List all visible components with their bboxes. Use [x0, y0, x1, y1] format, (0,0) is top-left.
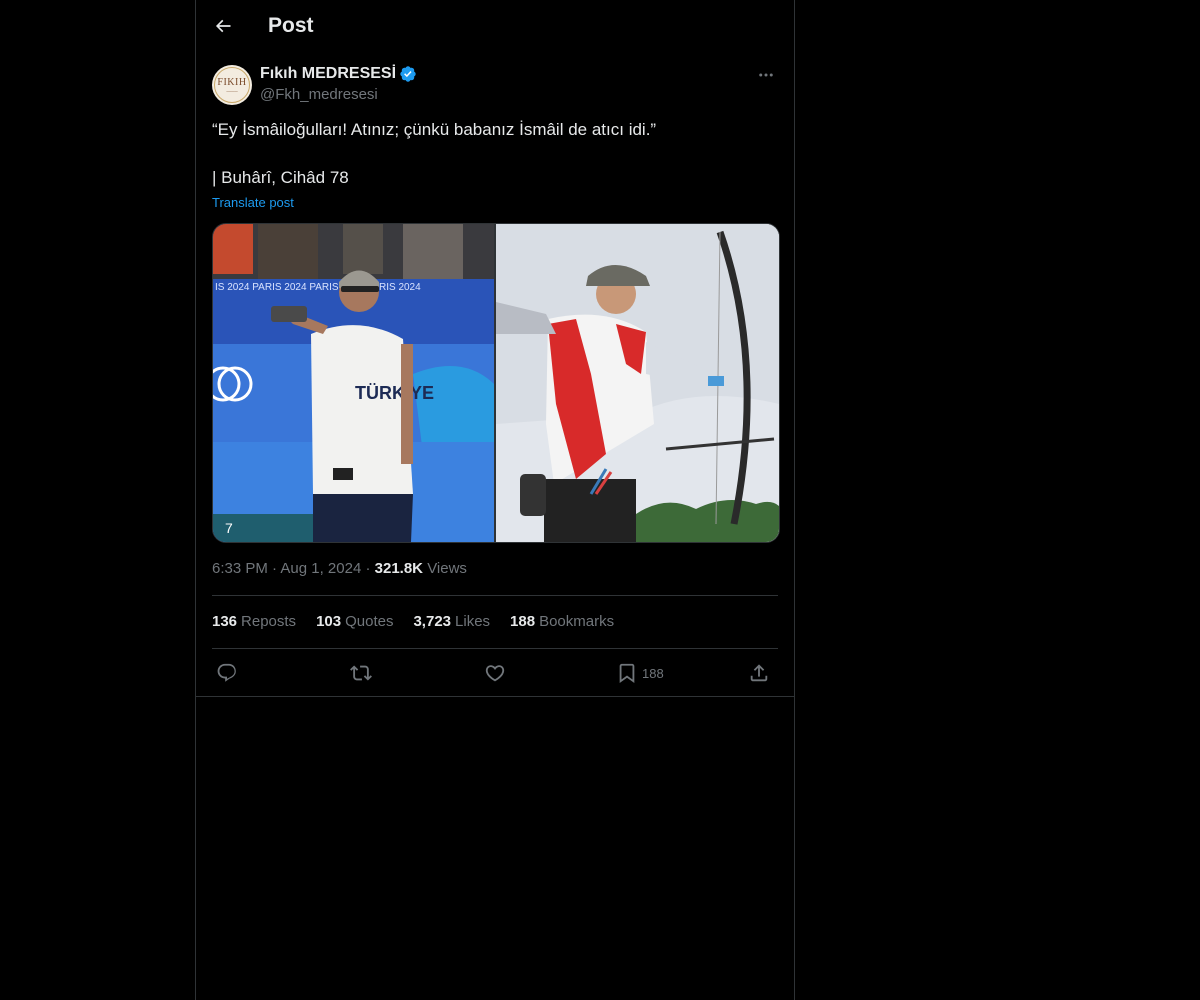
svg-text:TÜRKIYE: TÜRKIYE [355, 383, 434, 403]
photo-archer[interactable] [496, 224, 779, 542]
stat-count: 3,723 [413, 613, 452, 630]
stat-reposts[interactable]: 136 Reposts [212, 613, 296, 630]
page-title: Post [268, 14, 314, 37]
reply-icon [217, 663, 236, 682]
avatar-logo-text: FIKIH [217, 76, 247, 88]
post-author: FIKIH ──── Fıkıh MEDRESESİ @Fkh_medreses… [212, 64, 778, 108]
stat-label: Reposts [241, 613, 297, 630]
share-button[interactable] [748, 661, 770, 685]
shooter-image: IS 2024 PARIS 2024 PARIS 2024 PARIS 2024… [213, 224, 494, 542]
stat-count: 188 [510, 613, 536, 630]
avatar[interactable]: FIKIH ──── [212, 65, 252, 105]
post-media[interactable]: IS 2024 PARIS 2024 PARIS 2024 PARIS 2024… [212, 223, 780, 543]
post-text-line: “Ey İsmâiloğulları! Atınız; çünkü babanı… [212, 120, 657, 139]
like-icon [485, 665, 505, 682]
translate-post-link[interactable]: Translate post [212, 195, 294, 210]
stat-likes[interactable]: 3,723 Likes [413, 613, 490, 630]
bookmark-count: 188 [642, 665, 664, 681]
post-meta: 6:33 PM · Aug 1, 2024 · 321.8K Views [212, 560, 467, 577]
post-date[interactable]: Aug 1, 2024 [280, 560, 361, 577]
stat-bookmarks[interactable]: 188 Bookmarks [510, 613, 614, 630]
meta-separator: · [365, 560, 375, 577]
bookmark-button[interactable]: 188 [616, 661, 664, 685]
action-bar: 188 [212, 661, 778, 687]
verified-badge-icon [400, 66, 416, 82]
stat-count: 103 [316, 613, 342, 630]
author-handle[interactable]: @Fkh_medresesi [260, 86, 378, 103]
back-arrow-icon [215, 19, 231, 33]
repost-icon [350, 665, 372, 681]
stat-quotes[interactable]: 103 Quotes [316, 613, 393, 630]
views-label: Views [427, 560, 467, 577]
archer-image [496, 224, 779, 542]
repost-button[interactable] [350, 661, 372, 685]
post-text-line: | Buhârî, Cihâd 78 [212, 168, 349, 187]
stat-label: Bookmarks [539, 613, 615, 630]
post-header: Post [196, 0, 794, 53]
more-options-button[interactable] [754, 64, 778, 86]
post-column: Post FIKIH ──── Fıkıh MEDRESESİ @Fkh_med… [195, 0, 795, 1000]
divider [212, 595, 778, 596]
views-count: 321.8K [374, 560, 424, 577]
stat-label: Likes [455, 613, 491, 630]
more-icon [759, 73, 773, 77]
author-display-name[interactable]: Fıkıh MEDRESESİ [260, 65, 396, 83]
svg-text:IS 2024 PARIS 2024 PARIS 2: IS 2024 PARIS 2024 PARIS 2024 PARIS 2024 [215, 282, 421, 293]
divider [196, 696, 794, 697]
like-button[interactable] [484, 661, 506, 685]
post-body: “Ey İsmâiloğulları! Atınız; çünkü babanı… [212, 118, 778, 190]
stat-count: 136 [212, 613, 238, 630]
bookmark-icon [619, 663, 635, 684]
post-time[interactable]: 6:33 PM [212, 560, 268, 577]
post-stats: 136 Reposts 103 Quotes 3,723 Likes 188 Bookm… [212, 613, 614, 630]
stat-label: Quotes [345, 613, 394, 630]
reply-button[interactable] [216, 661, 238, 685]
photo-shooter[interactable]: IS 2024 PARIS 2024 PARIS 2024 PARIS 2024… [213, 224, 494, 542]
share-icon [750, 664, 768, 682]
divider [212, 648, 778, 649]
back-button[interactable] [206, 9, 240, 43]
avatar-logo-decoration: ──── [226, 88, 238, 94]
svg-text:7: 7 [225, 520, 233, 536]
